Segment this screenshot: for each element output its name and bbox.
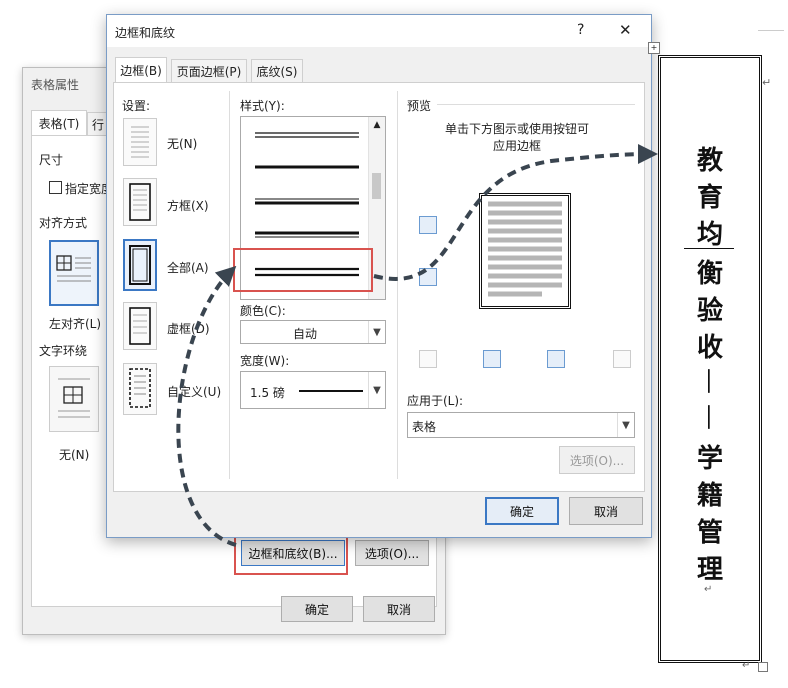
annotation-arrows: [176, 144, 658, 547]
arrow-style-to-document: [373, 144, 658, 281]
arrow-button-to-style: [176, 265, 237, 547]
